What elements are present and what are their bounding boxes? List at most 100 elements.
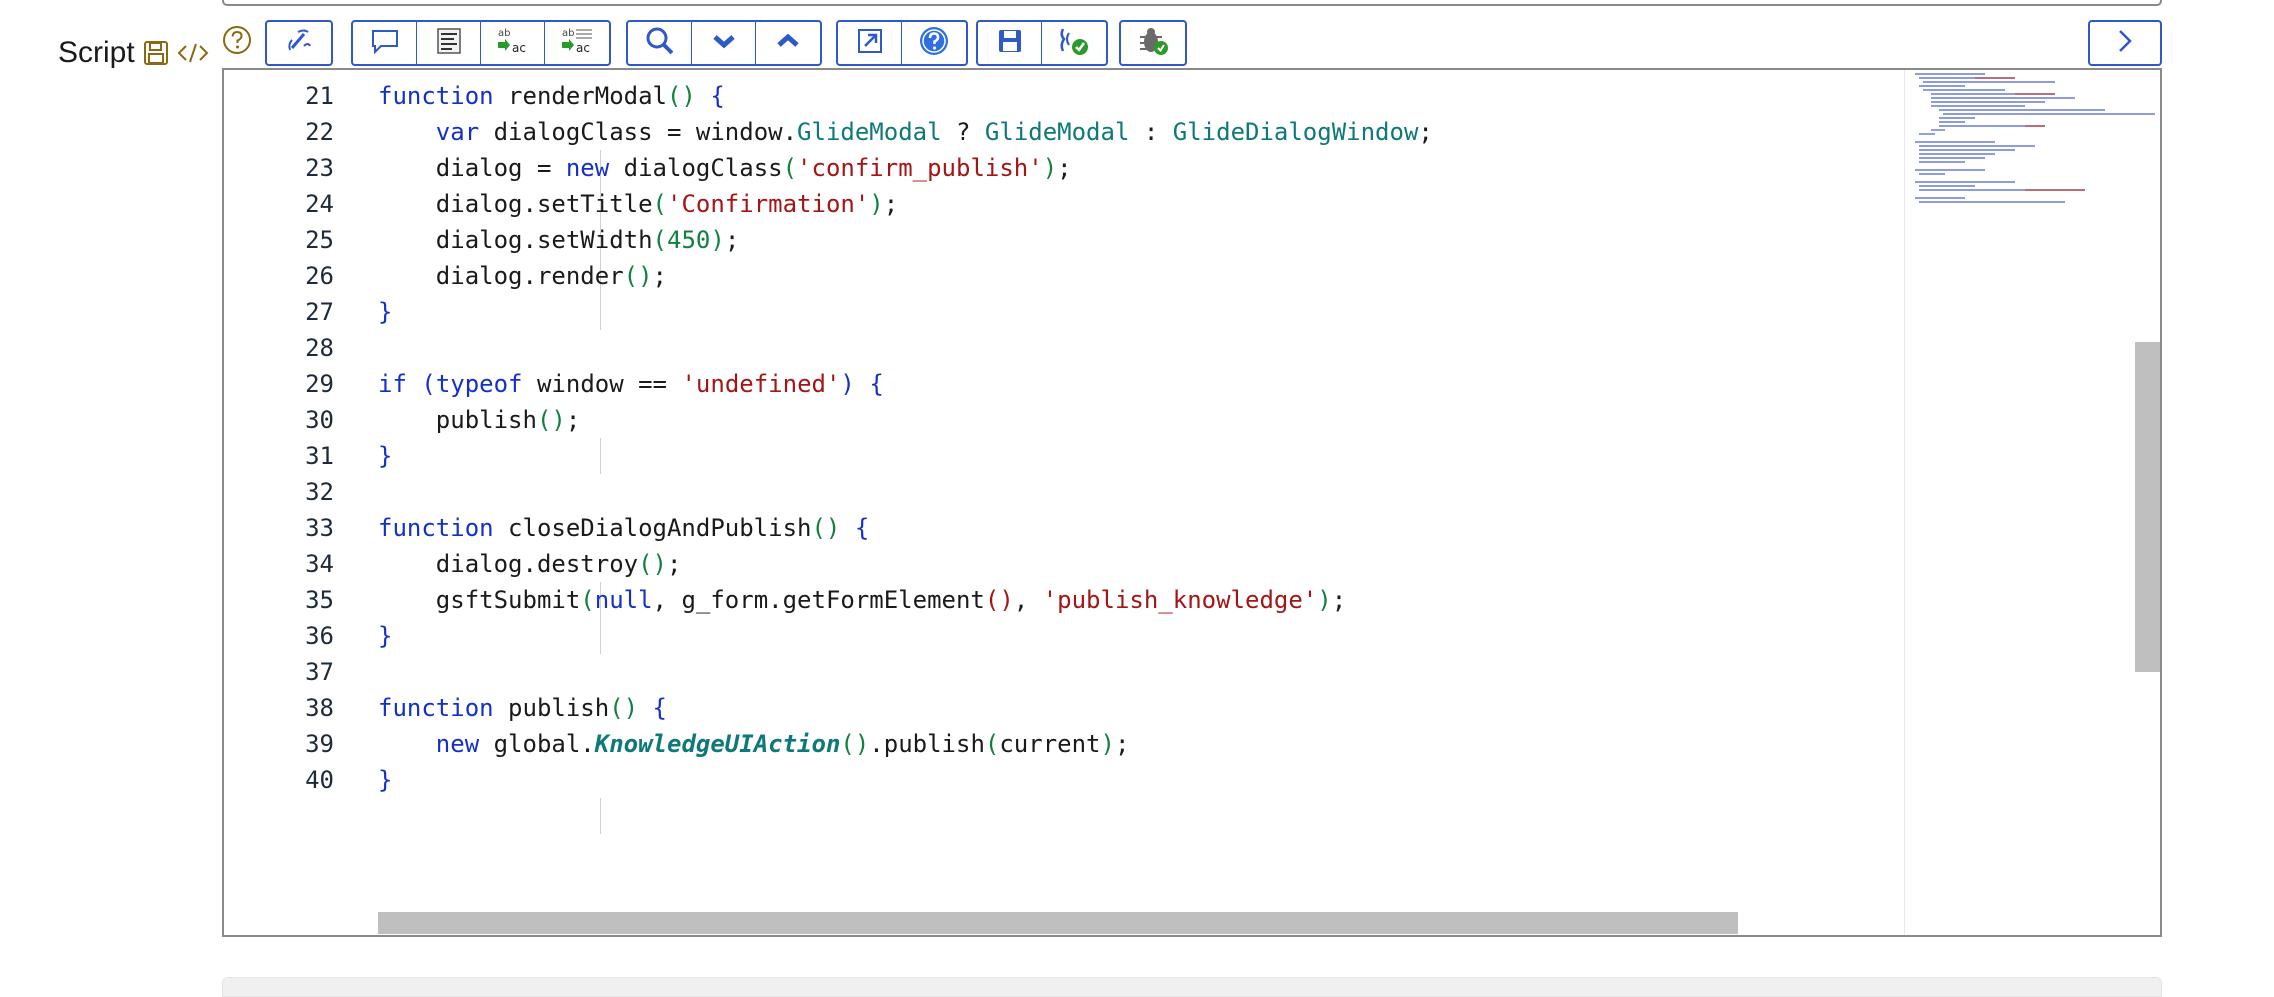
code-line[interactable]: 30 publish(); <box>224 402 580 438</box>
line-number: 30 <box>305 406 334 434</box>
svg-text:ac: ac <box>576 41 590 55</box>
chevron-down-icon <box>711 31 737 55</box>
code-token: , <box>1013 586 1043 614</box>
syntax-check-button[interactable] <box>1042 22 1106 64</box>
code-token: window == <box>522 370 682 398</box>
code-token: { <box>869 370 884 398</box>
svg-text:ab: ab <box>562 28 574 39</box>
code-text: function closeDialogAndPublish() { <box>378 510 869 546</box>
code-token: null <box>594 586 653 614</box>
code-token: ) <box>1100 730 1115 758</box>
floppy-icon[interactable] <box>143 40 169 66</box>
code-token: 'confirm_publish' <box>797 154 1043 182</box>
toolbar-group-format <box>265 20 333 66</box>
code-line[interactable]: 39 new global.KnowledgeUIAction().publis… <box>224 726 1129 762</box>
code-line[interactable]: 38 function publish() { <box>224 690 667 726</box>
code-tag-icon[interactable] <box>177 40 209 66</box>
minimap[interactable] <box>1904 70 2160 935</box>
code-line[interactable]: 36} <box>224 618 392 654</box>
debug-button[interactable] <box>1121 22 1185 64</box>
code-token: () <box>840 730 870 758</box>
line-number: 38 <box>305 694 334 722</box>
code-token: ( <box>652 190 667 218</box>
toggle-comment-button[interactable] <box>353 22 417 64</box>
code-line[interactable]: 35 gsftSubmit(null, g_form.getFormElemen… <box>224 582 1346 618</box>
code-token: global. <box>479 730 595 758</box>
question-circle-icon[interactable] <box>222 25 252 59</box>
code-token: } <box>378 442 393 470</box>
code-line[interactable]: 26 dialog.render(); <box>224 258 667 294</box>
code-token: dialog = <box>378 154 566 182</box>
code-token: () <box>811 514 841 542</box>
replace-button[interactable]: ab ac <box>481 22 545 64</box>
line-number: 36 <box>305 622 334 650</box>
line-number: 26 <box>305 262 334 290</box>
code-token: ; <box>1114 730 1130 758</box>
code-line[interactable]: 33 function closeDialogAndPublish() { <box>224 510 869 546</box>
code-text: dialog.setWidth(450); <box>378 222 739 258</box>
code-token: { <box>652 694 667 722</box>
code-token: closeDialogAndPublish <box>493 514 812 542</box>
save-button[interactable] <box>978 22 1042 64</box>
code-line[interactable]: 27} <box>224 294 392 330</box>
code-text: } <box>378 438 392 474</box>
help-button[interactable] <box>902 22 966 64</box>
code-token: () <box>536 406 566 434</box>
code-token: dialog.destroy <box>378 550 639 578</box>
code-line[interactable]: 34 dialog.destroy(); <box>224 546 681 582</box>
vertical-scrollbar[interactable] <box>2135 342 2160 672</box>
text-lines-icon <box>435 26 463 60</box>
next-field-top-edge <box>222 977 2162 997</box>
code-line[interactable]: 29 if (typeof window == 'undefined') { <box>224 366 884 402</box>
code-token: .publish <box>869 730 985 758</box>
code-editor[interactable]: 21 function renderModal() {22 var dialogC… <box>222 68 2162 937</box>
next-panel-button[interactable] <box>2090 22 2160 64</box>
code-text: publish(); <box>378 402 581 438</box>
code-line[interactable]: 23 dialog = new dialogClass('confirm_pub… <box>224 150 1072 186</box>
expand-arrow-icon <box>856 27 884 59</box>
code-token: () <box>609 694 639 722</box>
code-token: function <box>378 82 494 110</box>
code-line[interactable]: 37 <box>224 654 334 690</box>
minimap-preview <box>1915 73 2155 203</box>
code-line[interactable]: 40} <box>224 762 392 798</box>
find-next-button[interactable] <box>692 22 756 64</box>
code-line[interactable]: 28 <box>224 330 334 366</box>
line-number: 37 <box>305 658 334 686</box>
format-code-button[interactable] <box>267 22 331 64</box>
line-number: 27 <box>305 298 334 326</box>
code-token: ; <box>565 406 581 434</box>
code-token: gsftSubmit <box>378 586 581 614</box>
code-token: ) <box>710 226 725 254</box>
replace-all-button[interactable]: ab ac <box>545 22 609 64</box>
line-number: 35 <box>305 586 334 614</box>
code-line[interactable]: 31} <box>224 438 392 474</box>
code-token: : <box>1129 118 1173 146</box>
code-token: ) <box>1317 586 1332 614</box>
code-line[interactable]: 24 dialog.setTitle('Confirmation'); <box>224 186 898 222</box>
code-line[interactable]: 25 dialog.setWidth(450); <box>224 222 739 258</box>
find-previous-button[interactable] <box>756 22 820 64</box>
code-token: dialogClass = window. <box>479 118 798 146</box>
code-token: ) <box>1042 154 1058 182</box>
code-token: typeof <box>435 370 523 398</box>
code-text: } <box>378 762 392 798</box>
code-token: ; <box>652 262 667 290</box>
code-token: 'undefined' <box>681 370 841 398</box>
fullscreen-button[interactable] <box>838 22 902 64</box>
line-number: 23 <box>305 154 334 182</box>
code-token: 'publish_knowledge' <box>1042 586 1318 614</box>
code-token: new <box>435 730 480 758</box>
horizontal-scrollbar[interactable] <box>378 912 1738 934</box>
search-button[interactable] <box>628 22 692 64</box>
code-line[interactable]: 22 var dialogClass = window.GlideModal ?… <box>224 114 1433 150</box>
code-token: current <box>999 730 1101 758</box>
format-text-button[interactable] <box>417 22 481 64</box>
code-token: { <box>710 82 725 110</box>
code-line[interactable]: 21 function renderModal() { <box>224 78 725 114</box>
code-token: ) <box>840 370 855 398</box>
code-line[interactable]: 32 <box>224 474 334 510</box>
